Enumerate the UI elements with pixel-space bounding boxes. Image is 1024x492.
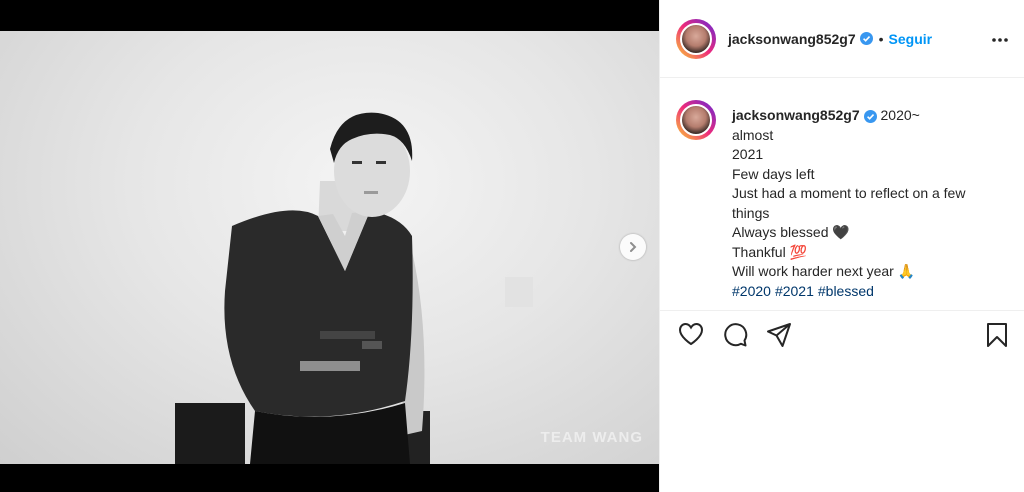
- avatar-image: [680, 22, 712, 55]
- action-bar: [660, 320, 1024, 356]
- verified-badge-icon: [863, 109, 877, 123]
- post-media: TEAM WANG: [0, 0, 659, 492]
- follow-button[interactable]: Seguir: [889, 31, 933, 47]
- caption-line: Always blessed 🖤: [732, 224, 850, 240]
- caption-line: Just had a moment to reflect on a few: [732, 185, 966, 201]
- caption-line: 2020~: [880, 107, 920, 123]
- post-photo[interactable]: TEAM WANG: [0, 31, 659, 464]
- header-username[interactable]: jacksonwang852g7: [728, 31, 856, 47]
- caption-line: Few days left: [732, 165, 815, 182]
- separator-dot: •: [878, 30, 884, 47]
- caption-line: 2021: [732, 146, 764, 162]
- caption-line: Thankful 💯: [732, 243, 808, 260]
- avatar[interactable]: [676, 18, 716, 59]
- hashtag-link[interactable]: #2021: [775, 283, 814, 299]
- like-heart-icon[interactable]: [678, 322, 704, 351]
- bookmark-save-icon[interactable]: [986, 322, 1008, 353]
- comment-icon[interactable]: [722, 322, 748, 353]
- watermark-text: TEAM WANG: [540, 429, 643, 446]
- next-slide-button[interactable]: [620, 234, 646, 260]
- caption-line: Will work harder next year 🙏: [732, 263, 916, 279]
- post-header: jacksonwang852g7 • Seguir: [660, 0, 1024, 78]
- caption-section: jacksonwang852g7 2020~ almost 2021 Few d…: [660, 78, 1024, 311]
- more-options-icon[interactable]: [991, 30, 1009, 48]
- caption-line: things: [732, 204, 770, 221]
- person-figure: [175, 112, 430, 464]
- caption-text: jacksonwang852g7 2020~ almost 2021 Few d…: [732, 106, 1012, 301]
- hashtag-link[interactable]: #blessed: [818, 283, 874, 299]
- hashtags: #2020 #2021 #blessed: [732, 282, 1012, 302]
- chevron-right-icon: [630, 242, 637, 252]
- hashtag-link[interactable]: #2020: [732, 283, 771, 299]
- post-side-panel: jacksonwang852g7 • Seguir jacksonwang852…: [659, 0, 1024, 492]
- avatar-image: [680, 104, 712, 136]
- caption-line: almost: [732, 126, 774, 143]
- verified-badge-icon: [859, 32, 873, 45]
- share-paper-plane-icon[interactable]: [766, 322, 792, 353]
- caption-avatar[interactable]: [676, 100, 716, 140]
- caption-username[interactable]: jacksonwang852g7: [732, 107, 860, 123]
